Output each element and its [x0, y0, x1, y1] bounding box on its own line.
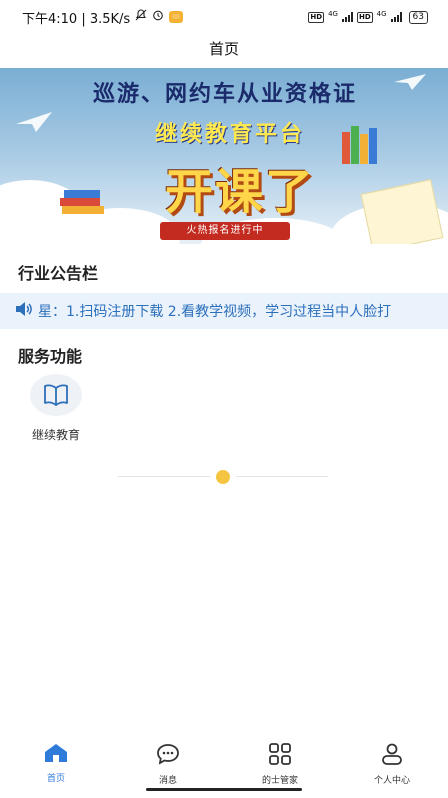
service-section-title: 服务功能 — [18, 347, 83, 366]
notice-marquee[interactable]: 星：1.扫码注册下载 2.看教学视频，学习过程当中人脸打 — [0, 293, 448, 329]
nav-profile[interactable]: 个人中心 — [336, 738, 448, 786]
divider-line — [118, 476, 210, 477]
status-time: 下午4:10 | 3.5K/s — [22, 11, 131, 27]
banner-headline: 开课了 — [164, 164, 315, 220]
smile-icon — [216, 470, 230, 484]
chat-bubble-icon — [155, 743, 181, 769]
banner-line-1: 巡游、网约车从业资格证 — [92, 82, 357, 107]
nav-taxi-manager-label: 的士管家 — [261, 776, 298, 786]
service-continuing-education[interactable]: 继续教育 — [22, 374, 90, 443]
nav-taxi-manager[interactable]: 的士管家 — [224, 738, 336, 786]
nav-home-label: 首页 — [46, 774, 65, 784]
hd-badge-2: HD — [356, 11, 373, 23]
home-icon — [43, 743, 69, 767]
gesture-home-bar[interactable] — [146, 788, 302, 791]
person-icon — [380, 743, 404, 769]
banner-line-2: 继续教育平台 — [154, 122, 305, 147]
nav-profile-label: 个人中心 — [373, 776, 410, 786]
network-type: 4G — [328, 10, 338, 18]
banner-ribbon: 火热报名进行中 — [160, 222, 290, 240]
grid-icon — [268, 743, 292, 769]
signal-icon-2 — [390, 12, 402, 22]
paper-plane-icon — [16, 112, 52, 132]
books-icon — [60, 190, 104, 214]
nav-messages[interactable]: 消息 — [112, 738, 224, 786]
notice-text: 星：1.扫码注册下载 2.看教学视频，学习过程当中人脸打 — [38, 304, 392, 320]
hd-badge: HD — [308, 11, 325, 23]
speaker-icon — [14, 301, 32, 321]
promo-banner[interactable]: 巡游、网约车从业资格证 继续教育平台 开课了 火热报名进行中 — [0, 68, 448, 244]
notification-app-icon — [169, 11, 184, 23]
signal-icon — [341, 12, 353, 22]
notice-section-title: 行业公告栏 — [18, 264, 99, 283]
nav-messages-label: 消息 — [158, 776, 177, 786]
notebook-decoration — [360, 179, 444, 244]
alarm-icon — [152, 9, 164, 25]
network-type-2: 4G — [376, 10, 387, 18]
books-stack-icon — [342, 126, 377, 164]
open-book-icon — [30, 374, 82, 416]
status-left: 下午4:10 | 3.5K/s — [22, 8, 184, 27]
bottom-nav: 首页 消息 的士管家 个人中心 — [0, 738, 448, 786]
mute-icon — [135, 9, 147, 25]
end-of-content-divider — [118, 470, 330, 484]
battery-indicator: 63 — [408, 10, 428, 24]
service-label: 继续教育 — [31, 428, 80, 442]
divider-line — [236, 476, 328, 477]
status-bar: 下午4:10 | 3.5K/s HD 4G HD 4G 63 — [0, 0, 448, 34]
page-title: 首页 — [208, 40, 239, 58]
nav-home[interactable]: 首页 — [0, 738, 112, 784]
status-right: HD 4G HD 4G 63 — [308, 10, 428, 24]
